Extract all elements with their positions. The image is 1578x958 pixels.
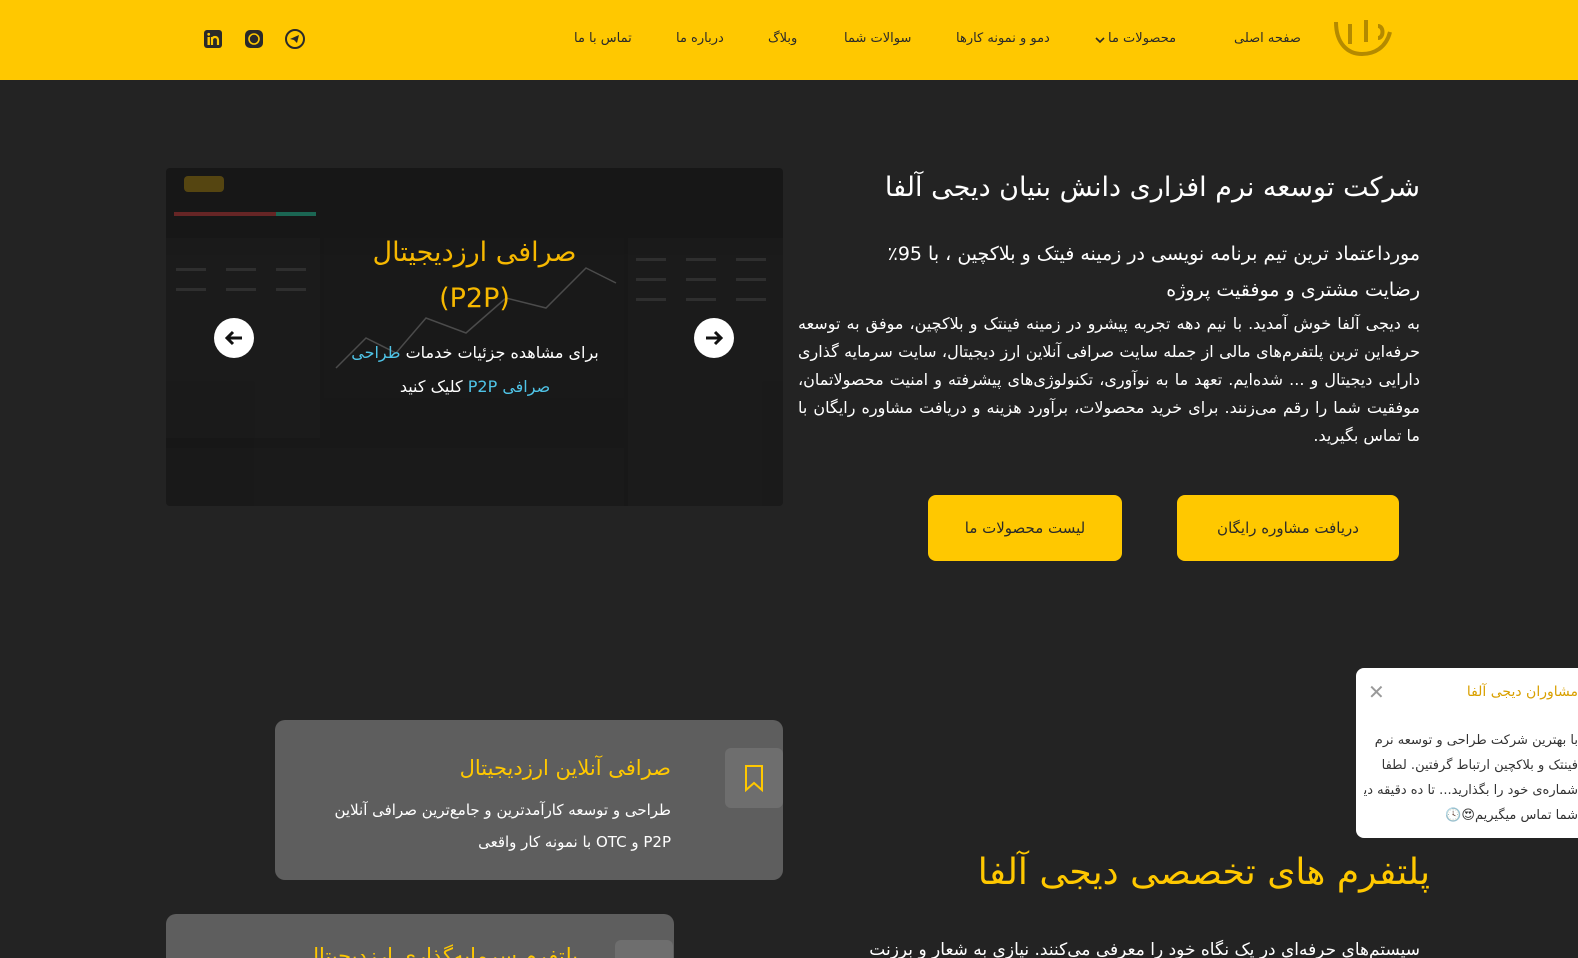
nav-faq[interactable]: سوالات شما xyxy=(844,31,911,46)
card-icon-box xyxy=(725,748,783,808)
platforms-title: پلتفرم های تخصصی دیجی آلفا xyxy=(977,852,1430,893)
top-navbar: صفحه اصلی محصولات ما دمو و نمونه کارها س… xyxy=(0,0,1578,80)
logo[interactable] xyxy=(1328,14,1398,62)
nav-home[interactable]: صفحه اصلی xyxy=(1234,31,1301,46)
popup-message: با بهترین شرکت طراحی و توسعه نرم فینتک و… xyxy=(1364,728,1578,828)
telegram-icon[interactable] xyxy=(284,28,306,50)
arrow-left-icon xyxy=(224,330,242,346)
popup-line: شما تماس میگیریم😍🕓 xyxy=(1445,808,1578,823)
popup-title: مشاوران دیجی آلفا xyxy=(1466,684,1578,700)
hero-title: شرکت توسعه نرم افزاری دانش بنیان دیجی آل… xyxy=(884,172,1420,203)
linkedin-icon[interactable] xyxy=(202,28,224,50)
popup-line: فینتک و بلاکچین ارتباط گرفتین. لطفا xyxy=(1381,758,1578,773)
slide-text-after: کلیک کنید xyxy=(399,377,463,396)
bookmark-icon xyxy=(745,765,763,792)
slider-prev-button[interactable] xyxy=(214,318,254,358)
popup-line: با بهترین شرکت طراحی و توسعه نرم xyxy=(1374,733,1578,748)
nav-demo[interactable]: دمو و نمونه کارها xyxy=(956,31,1050,46)
close-icon[interactable]: ✕ xyxy=(1368,680,1385,704)
slider-next-button[interactable] xyxy=(694,318,734,358)
card-title: صرافی آنلاین ارزدیجیتال xyxy=(459,756,671,780)
chevron-down-icon[interactable] xyxy=(1093,33,1107,47)
nav-products[interactable]: محصولات ما xyxy=(1108,31,1176,46)
card-description: طراحی و توسعه کارآمدترین و جامع‌ترین صرا… xyxy=(334,801,671,851)
nav-blog[interactable]: وبلاگ xyxy=(768,31,797,46)
slide-description[interactable]: برای مشاهده جزئیات خدمات طراحی صرافی P2P… xyxy=(350,336,600,404)
card-title: پلتفرم سرمایه‌گذاری ارزدیجیتال xyxy=(303,944,578,958)
slide-text-before: برای مشاهده جزئیات خدمات xyxy=(405,343,599,362)
slide-title-line1: صرافی ارزدیجیتال xyxy=(372,237,577,268)
hero-description: به دیجی آلفا خوش آمدید. با نیم دهه تجربه… xyxy=(798,314,1420,445)
arrow-right-icon xyxy=(706,330,724,346)
free-consultation-button[interactable]: دریافت مشاوره رایگان xyxy=(1177,495,1399,561)
slide-title-line2: (P2P) xyxy=(439,283,510,314)
nav-about[interactable]: درباره ما xyxy=(676,31,724,46)
slide-title: صرافی ارزدیجیتال (P2P) xyxy=(166,230,783,322)
platforms-description: سیستم‌های حرفه‌ای در یک نگاه خود را معرف… xyxy=(869,940,1420,958)
card-icon-box xyxy=(615,940,673,958)
nav-contact[interactable]: تماس با ما xyxy=(574,31,632,46)
product-list-button[interactable]: لیست محصولات ما xyxy=(928,495,1122,561)
hero-subtitle: مورداعتماد ترین تیم برنامه نویسی در زمین… xyxy=(887,243,1420,301)
whatsapp-icon[interactable] xyxy=(243,28,265,50)
popup-line: شماره‌ی خود را بگذارید... تا ده دقیقه دی… xyxy=(1364,783,1578,798)
